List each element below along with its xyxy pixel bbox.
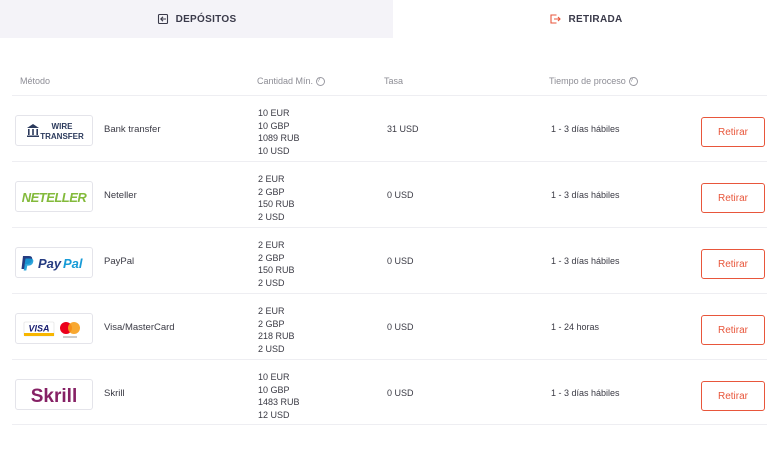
tab-deposits-label: DEPÓSITOS bbox=[175, 13, 237, 25]
processing-time: 1 - 3 días hábiles bbox=[551, 190, 620, 200]
table-row: Pay Pal PayPal 2 EUR 2 GBP 150 RUB 2 USD… bbox=[12, 227, 767, 293]
processing-time: 1 - 3 días hábiles bbox=[551, 124, 620, 134]
min-amounts: 2 EUR 2 GBP 150 RUB 2 USD bbox=[258, 239, 295, 289]
withdrawal-icon bbox=[550, 14, 562, 24]
method-name: Visa/MasterCard bbox=[104, 321, 175, 333]
amount-eur: 2 EUR bbox=[258, 174, 285, 184]
neteller-logo: NETELLER bbox=[15, 181, 93, 212]
svg-text:TRANSFER: TRANSFER bbox=[40, 132, 84, 141]
min-amounts: 10 EUR 10 GBP 1483 RUB 12 USD bbox=[258, 371, 300, 421]
tab-deposits[interactable]: DEPÓSITOS bbox=[0, 0, 393, 38]
svg-text:WIRE: WIRE bbox=[52, 122, 74, 131]
svg-text:NETELLER: NETELLER bbox=[22, 190, 88, 205]
amount-rub: 1483 RUB bbox=[258, 397, 300, 408]
header-method: Método bbox=[20, 76, 50, 86]
min-amounts: 2 EUR 2 GBP 218 RUB 2 USD bbox=[258, 305, 295, 355]
header-processing-time: Tiempo de proceso ? bbox=[549, 76, 638, 86]
amount-eur: 2 EUR bbox=[258, 240, 285, 250]
table-row: WIRE TRANSFER Bank transfer 10 EUR 10 GB… bbox=[12, 95, 767, 161]
amount-rub: 1089 RUB bbox=[258, 133, 300, 144]
header-min-amount-label: Cantidad Mín. bbox=[257, 76, 314, 86]
withdraw-button[interactable]: Retirar bbox=[701, 315, 765, 345]
help-icon[interactable]: ? bbox=[316, 76, 326, 86]
amount-gbp: 2 GBP bbox=[258, 186, 285, 197]
amount-gbp: 2 GBP bbox=[258, 318, 285, 329]
amount-eur: 2 EUR bbox=[258, 306, 285, 316]
paypal-logo: Pay Pal bbox=[15, 247, 93, 278]
svg-text:Pal: Pal bbox=[63, 256, 83, 271]
amount-usd: 2 USD bbox=[258, 343, 285, 354]
processing-time: 1 - 3 días hábiles bbox=[551, 256, 620, 266]
amount-usd: 12 USD bbox=[258, 409, 290, 420]
payment-methods-table: WIRE TRANSFER Bank transfer 10 EUR 10 GB… bbox=[12, 95, 767, 425]
processing-time: 1 - 3 días hábiles bbox=[551, 388, 620, 398]
svg-text:VISA: VISA bbox=[28, 323, 49, 333]
table-row: NETELLER Neteller 2 EUR 2 GBP 150 RUB 2 … bbox=[12, 161, 767, 227]
visa-mastercard-icon: VISA bbox=[23, 321, 80, 338]
neteller-wordmark: NETELLER bbox=[22, 190, 88, 205]
header-fee: Tasa bbox=[384, 76, 403, 86]
visa-mastercard-logo: VISA bbox=[15, 313, 93, 344]
table-row: Skrill Skrill 10 EUR 10 GBP 1483 RUB 12 … bbox=[12, 359, 767, 425]
wire-transfer-logo: WIRE TRANSFER bbox=[15, 115, 93, 146]
amount-gbp: 2 GBP bbox=[258, 252, 285, 263]
method-name: Neteller bbox=[104, 189, 137, 201]
skrill-wordmark: Skrill bbox=[31, 386, 77, 407]
deposit-icon bbox=[157, 13, 168, 25]
amount-gbp: 10 GBP bbox=[258, 384, 290, 395]
amount-rub: 218 RUB bbox=[258, 331, 295, 342]
fee-value: 0 USD bbox=[387, 190, 414, 200]
skrill-logo: Skrill bbox=[15, 379, 93, 410]
table-header: Método Cantidad Mín. ? Tasa Tiempo de pr… bbox=[0, 71, 779, 91]
withdraw-button[interactable]: Retirar bbox=[701, 117, 765, 147]
svg-text:Pay: Pay bbox=[38, 256, 62, 271]
method-name: PayPal bbox=[104, 255, 135, 267]
amount-gbp: 10 GBP bbox=[258, 120, 290, 131]
amount-usd: 2 USD bbox=[258, 277, 285, 288]
method-name: Bank transfer bbox=[104, 123, 161, 135]
method-name: Skrill bbox=[104, 387, 125, 399]
amount-rub: 150 RUB bbox=[258, 265, 295, 276]
header-processing-time-label: Tiempo de proceso bbox=[549, 76, 626, 86]
amount-usd: 2 USD bbox=[258, 211, 285, 222]
withdraw-button[interactable]: Retirar bbox=[701, 249, 765, 279]
tab-withdrawal-label: RETIRADA bbox=[568, 13, 623, 25]
table-row: VISA Visa/MasterCard 2 EUR 2 GBP 218 RUB… bbox=[12, 293, 767, 359]
fee-value: 31 USD bbox=[387, 124, 419, 134]
header-min-amount: Cantidad Mín. ? bbox=[257, 76, 326, 86]
amount-rub: 150 RUB bbox=[258, 199, 295, 210]
processing-time: 1 - 24 horas bbox=[551, 322, 600, 332]
bank-icon: WIRE TRANSFER bbox=[27, 122, 84, 141]
min-amounts: 10 EUR 10 GBP 1089 RUB 10 USD bbox=[258, 107, 300, 157]
amount-eur: 10 EUR bbox=[258, 372, 290, 382]
paypal-wordmark: Pay Pal bbox=[21, 255, 83, 271]
amount-eur: 10 EUR bbox=[258, 108, 290, 118]
fee-value: 0 USD bbox=[387, 322, 414, 332]
min-amounts: 2 EUR 2 GBP 150 RUB 2 USD bbox=[258, 173, 295, 223]
withdraw-button[interactable]: Retirar bbox=[701, 381, 765, 411]
tab-bar: DEPÓSITOS RETIRADA bbox=[0, 0, 779, 38]
fee-value: 0 USD bbox=[387, 388, 414, 398]
amount-usd: 10 USD bbox=[258, 145, 290, 156]
help-icon[interactable]: ? bbox=[628, 76, 638, 86]
tab-withdrawal[interactable]: RETIRADA bbox=[393, 0, 779, 38]
svg-text:Skrill: Skrill bbox=[31, 386, 77, 407]
withdraw-button[interactable]: Retirar bbox=[701, 183, 765, 213]
header-fee-label: Tasa bbox=[384, 76, 404, 86]
fee-value: 0 USD bbox=[387, 256, 414, 266]
header-method-label: Método bbox=[20, 76, 51, 86]
